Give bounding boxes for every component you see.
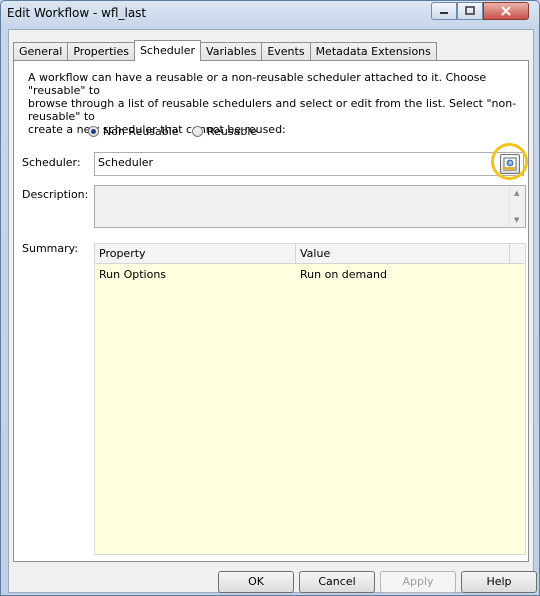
close-icon [501,6,511,16]
tab-events[interactable]: Events [261,42,311,60]
apply-button[interactable]: Apply [380,571,456,593]
minimize-icon [440,12,448,14]
maximize-icon [465,6,475,15]
column-header-property[interactable]: Property [95,244,296,263]
radio-reusable[interactable]: Reusable [192,125,257,138]
ok-button[interactable]: OK [218,571,294,593]
scheduler-panel: A workflow can have a reusable or a non-… [13,60,529,562]
column-header-filler [510,244,525,263]
tab-variables[interactable]: Variables [200,42,263,60]
summary-label: Summary: [22,242,79,255]
tab-general[interactable]: General [13,42,69,60]
dialog-client-area: General Properties Scheduler Variables E… [8,29,537,593]
scroll-up-arrow-icon[interactable]: ▲ [514,189,519,197]
edit-scheduler-button[interactable] [500,154,520,174]
scroll-down-arrow-icon[interactable]: ▼ [514,216,519,224]
summary-row-value: Run on demand [300,268,387,281]
title-bar[interactable]: Edit Workflow - wfl_last [1,1,539,27]
summary-header-row: Property Value [95,244,525,264]
description-field[interactable]: ▲ ▼ [94,185,526,228]
radio-reusable-label: Reusable [207,125,258,138]
close-button[interactable] [483,2,529,20]
radio-reusable-indicator[interactable] [192,126,203,137]
minimize-button[interactable] [431,2,457,20]
help-button[interactable]: Help [461,571,537,593]
tab-metadata-extensions[interactable]: Metadata Extensions [309,42,437,60]
edit-workflow-dialog: Edit Workflow - wfl_last General Propert… [0,0,540,596]
tab-strip: General Properties Scheduler Variables E… [13,40,437,61]
radio-non-reusable[interactable]: Non Reusable [88,125,179,138]
tab-properties[interactable]: Properties [67,42,135,60]
scheduler-label: Scheduler: [22,156,81,169]
scheduler-value: Scheduler [98,156,154,169]
scheduler-field[interactable]: Scheduler [94,152,524,176]
description-label: Description: [22,188,89,201]
radio-non-reusable-indicator[interactable] [88,126,99,137]
summary-row-property: Run Options [99,268,167,281]
column-header-value[interactable]: Value [296,244,510,263]
tab-scheduler[interactable]: Scheduler [133,40,202,61]
radio-non-reusable-label: Non Reusable [103,125,179,138]
scheduler-edit-icon [503,157,517,171]
cancel-button[interactable]: Cancel [299,571,375,593]
maximize-button[interactable] [457,2,483,20]
window-title: Edit Workflow - wfl_last [7,6,147,20]
description-scrollbar[interactable]: ▲ ▼ [509,186,525,227]
table-row[interactable]: Run Options Run on demand [95,266,525,284]
summary-table: Property Value Run Options Run on demand [94,243,526,555]
